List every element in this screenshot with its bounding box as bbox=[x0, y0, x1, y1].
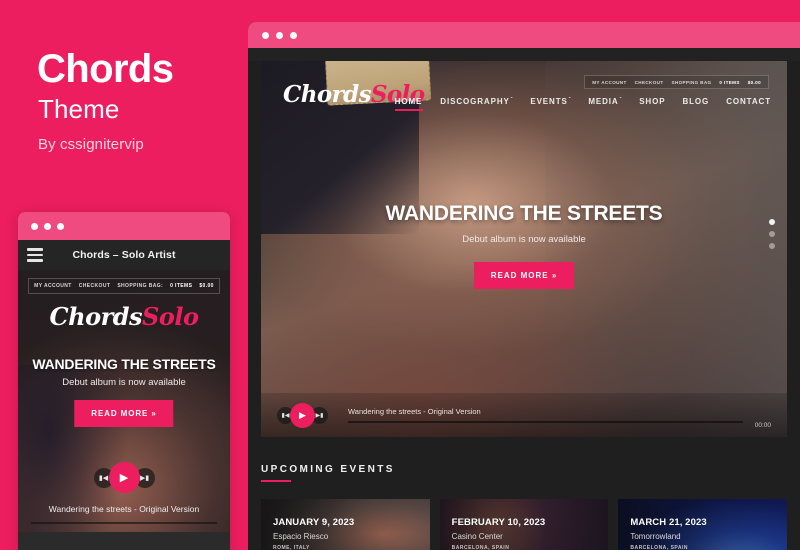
slider-dot-2[interactable] bbox=[769, 231, 775, 237]
mobile-utility-bar: MY ACCOUNT CHECKOUT SHOPPING BAG: 0 ITEM… bbox=[28, 278, 220, 294]
mobile-site-logo[interactable]: ChordsSolo bbox=[18, 302, 230, 331]
window-dot-icon[interactable] bbox=[262, 32, 269, 39]
window-dot-icon[interactable] bbox=[57, 223, 64, 230]
cart-items-count: 0 ITEMS bbox=[719, 79, 740, 85]
hero-tagline: Debut album is now available bbox=[462, 234, 586, 245]
nav-label: DISCOGRAPHY bbox=[440, 97, 510, 106]
utility-bar: MY ACCOUNT CHECKOUT SHOPPING BAG 0 ITEMS… bbox=[584, 75, 769, 89]
checkout-link[interactable]: CHECKOUT bbox=[635, 80, 664, 85]
mobile-site-preview: MY ACCOUNT CHECKOUT SHOPPING BAG: 0 ITEM… bbox=[18, 270, 230, 550]
nav-item-discography[interactable]: DISCOGRAPHYˇ bbox=[440, 97, 513, 111]
window-dot-icon[interactable] bbox=[31, 223, 38, 230]
player-track-area: Wandering the streets - Original Version bbox=[348, 407, 743, 423]
event-venue: Tomorrowland bbox=[630, 532, 681, 541]
mobile-mockup: Chords – Solo Artist MY ACCOUNT CHECKOUT… bbox=[18, 212, 230, 550]
player-controls: ▮◀ ▶ ▶▮ bbox=[277, 402, 328, 428]
mobile-logo-part1: Chords bbox=[49, 302, 143, 331]
read-more-button[interactable]: READ MORE » bbox=[473, 262, 575, 289]
mobile-logo-part2: Solo bbox=[142, 302, 199, 331]
mobile-read-more-button[interactable]: READ MORE » bbox=[74, 400, 174, 427]
slider-dot-1[interactable] bbox=[769, 219, 775, 225]
mobile-progress-bar[interactable] bbox=[31, 522, 217, 524]
event-date: FEBRUARY 10, 2023 bbox=[451, 517, 546, 528]
event-card[interactable]: MARCH 21, 2023 Tomorrowland BARCELONA, S… bbox=[618, 499, 788, 550]
track-title: Wandering the streets - Original Version bbox=[348, 407, 481, 417]
nav-label: BLOG bbox=[682, 97, 710, 106]
slider-pagination bbox=[769, 219, 775, 249]
slider-dot-3[interactable] bbox=[769, 243, 775, 249]
mobile-track-title: Wandering the streets - Original Version bbox=[48, 504, 200, 514]
mobile-hero-headline: WANDERING THE STREETS bbox=[32, 356, 216, 372]
event-date: MARCH 21, 2023 bbox=[630, 517, 707, 528]
audio-player: ▮◀ ▶ ▶▮ Wandering the streets - Original… bbox=[261, 393, 787, 437]
event-city: ROME, ITALY bbox=[273, 545, 310, 550]
hero-headline: WANDERING THE STREETS bbox=[385, 202, 663, 225]
main-navigation: HOME DISCOGRAPHYˇ EVENTSˇ MEDIAˇ SHOP BL… bbox=[394, 97, 771, 111]
mobile-footer-strip bbox=[18, 532, 230, 550]
mobile-my-account-link[interactable]: MY ACCOUNT bbox=[34, 283, 72, 289]
mobile-player-controls: ▮◀ ▶ ▶▮ bbox=[18, 462, 230, 493]
hero-slider: MY ACCOUNT CHECKOUT SHOPPING BAG 0 ITEMS… bbox=[261, 61, 787, 437]
promo-subtitle: Theme bbox=[38, 94, 120, 124]
mobile-cart-items: 0 ITEMS bbox=[170, 283, 193, 289]
play-icon[interactable]: ▶ bbox=[290, 402, 315, 428]
my-account-link[interactable]: MY ACCOUNT bbox=[592, 80, 626, 85]
mobile-hero-tagline: Debut album is now available bbox=[62, 377, 186, 388]
window-dot-icon[interactable] bbox=[44, 223, 51, 230]
desktop-mockup: MY ACCOUNT CHECKOUT SHOPPING BAG 0 ITEMS… bbox=[248, 22, 800, 550]
nav-label: SHOP bbox=[639, 97, 666, 106]
nav-label: MEDIA bbox=[588, 97, 619, 106]
track-time: 00:00 bbox=[754, 422, 771, 429]
event-card[interactable]: FEBRUARY 10, 2023 Casino Center BARCELON… bbox=[439, 499, 609, 550]
nav-item-blog[interactable]: BLOG bbox=[682, 97, 709, 111]
hero-content: WANDERING THE STREETS Debut album is now… bbox=[261, 202, 787, 289]
events-grid: JANUARY 9, 2023 Espacio Riesco ROME, ITA… bbox=[261, 499, 788, 550]
window-dots bbox=[31, 223, 64, 230]
screenshot-stage: Chords Theme By cssignitervip Chords – S… bbox=[0, 0, 800, 550]
nav-item-shop[interactable]: SHOP bbox=[639, 97, 665, 111]
window-dots bbox=[262, 32, 297, 39]
window-dot-icon[interactable] bbox=[276, 32, 283, 39]
mobile-checkout-link[interactable]: CHECKOUT bbox=[79, 283, 111, 289]
nav-label: CONTACT bbox=[726, 97, 771, 106]
logo-part1: Chords bbox=[283, 81, 372, 108]
desktop-site-preview: MY ACCOUNT CHECKOUT SHOPPING BAG 0 ITEMS… bbox=[248, 61, 800, 550]
play-icon[interactable]: ▶ bbox=[108, 462, 140, 493]
mobile-window-chrome bbox=[18, 212, 230, 240]
mobile-topbar: Chords – Solo Artist bbox=[18, 240, 230, 270]
upcoming-events-section: UPCOMING EVENTS JANUARY 9, 2023 Espacio … bbox=[261, 437, 788, 550]
cart-total-price: $0.00 bbox=[747, 79, 761, 85]
hamburger-icon[interactable] bbox=[27, 248, 43, 265]
chevron-down-icon: ˇ bbox=[510, 97, 514, 103]
mobile-app-title: Chords – Solo Artist bbox=[72, 249, 176, 261]
event-card[interactable]: JANUARY 9, 2023 Espacio Riesco ROME, ITA… bbox=[261, 499, 430, 550]
event-venue: Casino Center bbox=[451, 532, 503, 541]
nav-item-contact[interactable]: CONTACT bbox=[726, 97, 771, 111]
event-city: BARCELONA, SPAIN bbox=[630, 545, 688, 550]
event-city: BARCELONA, SPAIN bbox=[451, 545, 510, 550]
section-title: UPCOMING EVENTS bbox=[261, 464, 395, 482]
nav-label: EVENTS bbox=[530, 97, 568, 106]
nav-label: HOME bbox=[394, 97, 423, 106]
nav-item-media[interactable]: MEDIAˇ bbox=[588, 97, 622, 111]
progress-bar[interactable] bbox=[348, 421, 743, 423]
event-venue: Espacio Riesco bbox=[273, 532, 329, 541]
chevron-down-icon: ˇ bbox=[568, 97, 572, 103]
mobile-cart-price: $0.00 bbox=[199, 283, 214, 289]
window-dot-icon[interactable] bbox=[290, 32, 297, 39]
event-date: JANUARY 9, 2023 bbox=[273, 517, 355, 528]
mobile-shopping-bag-label[interactable]: SHOPPING BAG: bbox=[117, 283, 163, 289]
shopping-bag-link[interactable]: SHOPPING BAG bbox=[671, 80, 711, 85]
desktop-window-chrome bbox=[248, 22, 800, 48]
page-title: Chords bbox=[37, 47, 174, 91]
promo-author: By cssignitervip bbox=[38, 136, 144, 153]
nav-item-home[interactable]: HOME bbox=[394, 97, 424, 111]
nav-item-events[interactable]: EVENTSˇ bbox=[530, 97, 571, 111]
chevron-down-icon: ˇ bbox=[619, 97, 623, 103]
